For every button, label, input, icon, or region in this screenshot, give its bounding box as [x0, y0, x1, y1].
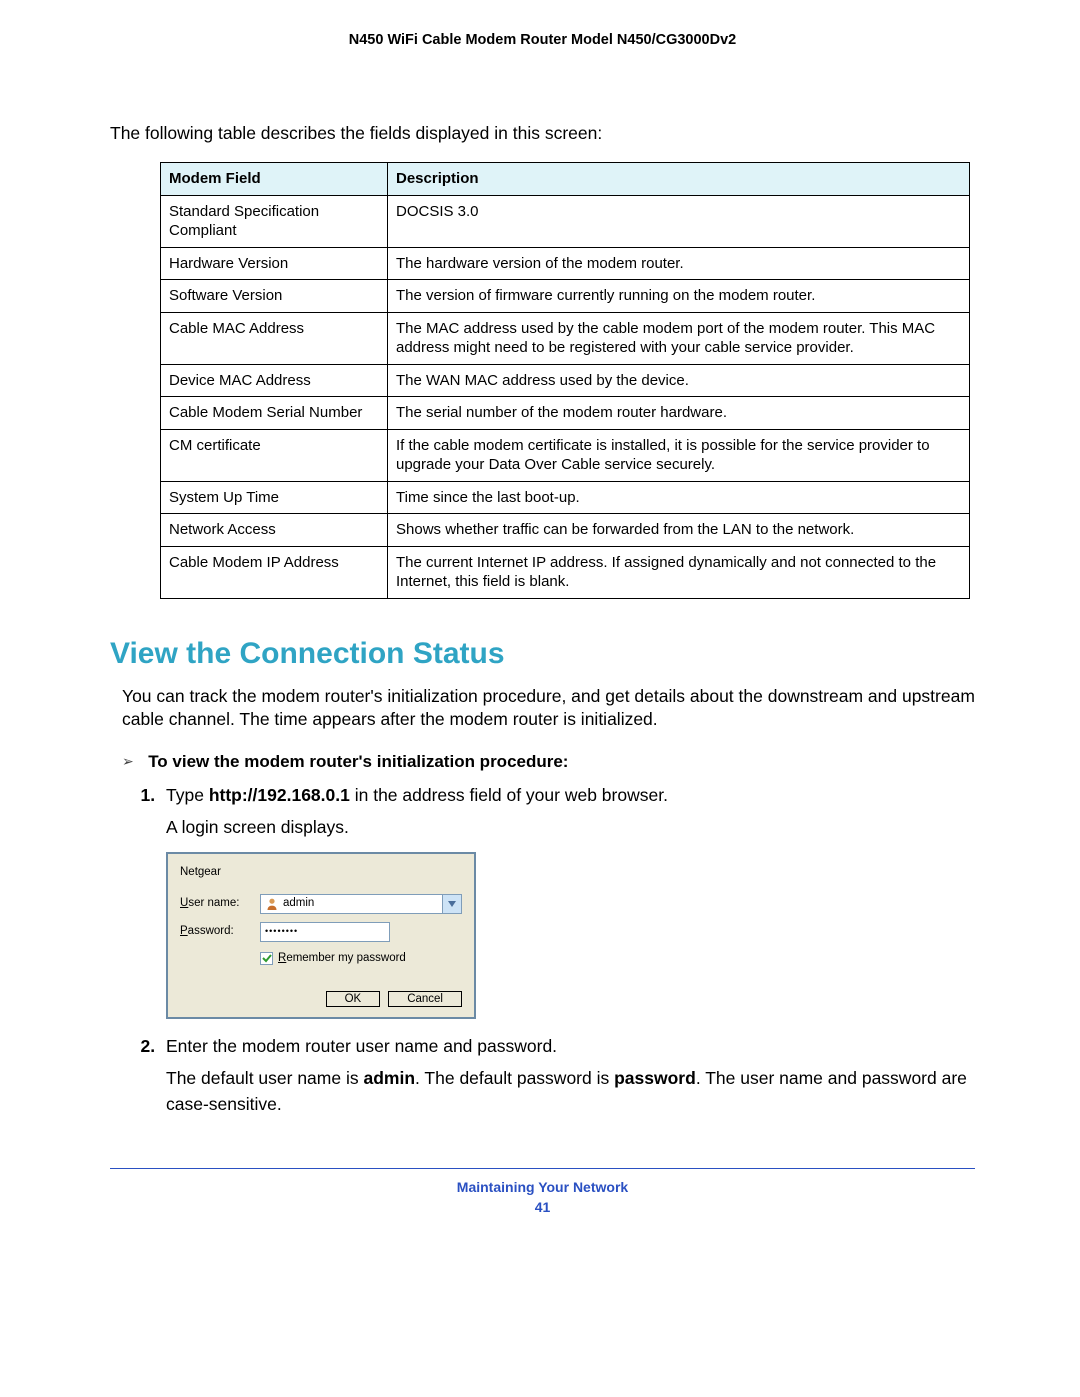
table-row: Standard Specification CompliantDOCSIS 3… [161, 195, 970, 247]
cell-desc: Time since the last boot-up. [388, 481, 970, 514]
cell-field: CM certificate [161, 429, 388, 481]
step-1-sub: A login screen displays. [166, 814, 975, 840]
username-dropdown[interactable] [442, 895, 461, 913]
username-value: admin [283, 895, 314, 912]
step-2-sub: The default user name is admin. The defa… [166, 1065, 975, 1118]
remember-label: Remember my password [278, 950, 406, 967]
user-icon [265, 897, 279, 911]
arrow-icon: ➢ [122, 753, 134, 769]
cell-field: Cable Modem IP Address [161, 546, 388, 598]
step-1: Type http://192.168.0.1 in the address f… [160, 782, 975, 1019]
intro-text: The following table describes the fields… [110, 123, 975, 144]
cell-field: Cable MAC Address [161, 312, 388, 364]
check-icon [262, 953, 272, 963]
cell-field: Hardware Version [161, 247, 388, 280]
page-header: N450 WiFi Cable Modem Router Model N450/… [110, 32, 975, 48]
password-input[interactable]: •••••••• [260, 922, 390, 942]
modem-fields-table: Modem Field Description Standard Specifi… [160, 162, 970, 599]
footer-page-number: 41 [110, 1199, 975, 1215]
table-row: Cable Modem IP AddressThe current Intern… [161, 546, 970, 598]
username-label: User name: [180, 895, 260, 912]
table-row: CM certificateIf the cable modem certifi… [161, 429, 970, 481]
table-row: Network AccessShows whether traffic can … [161, 514, 970, 547]
cell-field: System Up Time [161, 481, 388, 514]
table-row: Device MAC AddressThe WAN MAC address us… [161, 364, 970, 397]
step-2: Enter the modem router user name and pas… [160, 1033, 975, 1118]
procedure-heading: ➢ To view the modem router's initializat… [122, 752, 975, 772]
cell-field: Network Access [161, 514, 388, 547]
table-header-desc: Description [388, 163, 970, 196]
cancel-button[interactable]: Cancel [388, 991, 462, 1007]
cell-field: Device MAC Address [161, 364, 388, 397]
cell-desc: The hardware version of the modem router… [388, 247, 970, 280]
cell-desc: The current Internet IP address. If assi… [388, 546, 970, 598]
step-1-url: http://192.168.0.1 [209, 785, 350, 805]
password-label: Password: [180, 923, 260, 940]
cell-desc: Shows whether traffic can be forwarded f… [388, 514, 970, 547]
cell-field: Cable Modem Serial Number [161, 397, 388, 430]
section-body: You can track the modem router's initial… [122, 685, 975, 732]
steps-list: Type http://192.168.0.1 in the address f… [128, 782, 975, 1118]
login-realm: Netgear [180, 864, 462, 881]
table-row: Software VersionThe version of firmware … [161, 280, 970, 313]
section-heading: View the Connection Status [110, 637, 975, 671]
table-row: Cable Modem Serial NumberThe serial numb… [161, 397, 970, 430]
cell-desc: DOCSIS 3.0 [388, 195, 970, 247]
table-row: System Up TimeTime since the last boot-u… [161, 481, 970, 514]
step-1-text-post: in the address field of your web browser… [350, 785, 668, 805]
table-row: Cable MAC AddressThe MAC address used by… [161, 312, 970, 364]
chevron-down-icon [448, 901, 456, 907]
step-1-text-pre: Type [166, 785, 209, 805]
ok-button[interactable]: OK [326, 991, 381, 1007]
table-row: Hardware VersionThe hardware version of … [161, 247, 970, 280]
login-dialog: Netgear User name: admin Password: [166, 852, 476, 1019]
step-2-text: Enter the modem router user name and pas… [166, 1036, 557, 1056]
cell-desc: If the cable modem certificate is instal… [388, 429, 970, 481]
cell-desc: The WAN MAC address used by the device. [388, 364, 970, 397]
remember-checkbox[interactable] [260, 952, 273, 965]
cell-desc: The serial number of the modem router ha… [388, 397, 970, 430]
cell-desc: The version of firmware currently runnin… [388, 280, 970, 313]
username-input[interactable]: admin [260, 894, 462, 914]
password-value: •••••••• [265, 925, 298, 939]
cell-field: Software Version [161, 280, 388, 313]
footer-section: Maintaining Your Network [110, 1179, 975, 1195]
cell-field: Standard Specification Compliant [161, 195, 388, 247]
table-header-field: Modem Field [161, 163, 388, 196]
footer-rule [110, 1168, 975, 1169]
cell-desc: The MAC address used by the cable modem … [388, 312, 970, 364]
procedure-title: To view the modem router's initializatio… [148, 752, 568, 771]
